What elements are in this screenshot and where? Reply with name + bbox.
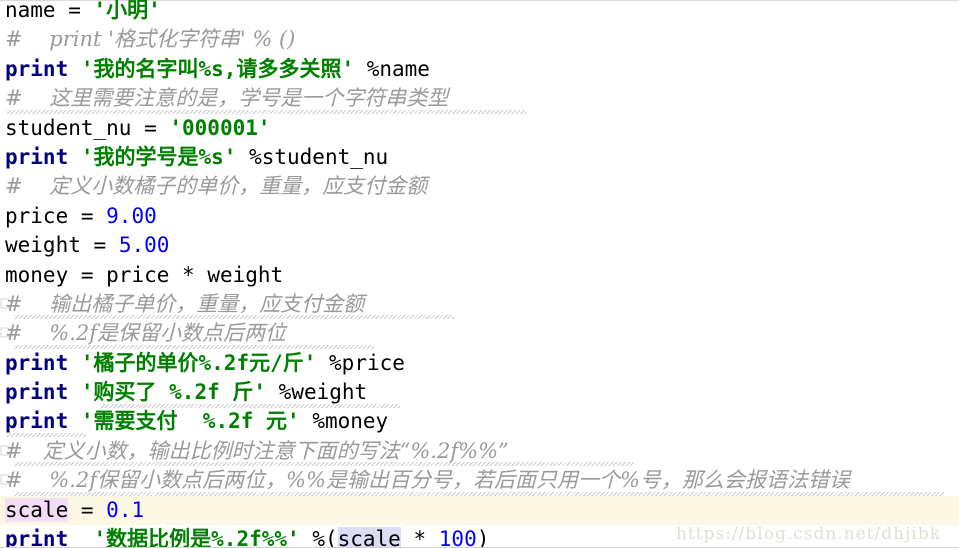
- code-line-text: # 定义小数橘子的单价，重量，应支付金额: [5, 174, 427, 198]
- code-token: =: [144, 115, 170, 140]
- code-line[interactable]: money = price * weight: [0, 261, 959, 290]
- code-token: '橘子的单价%.2f元/斤': [80, 350, 317, 375]
- code-line-text: # print '格式化字符串' % (): [5, 27, 295, 51]
- code-token: 9.00: [106, 203, 157, 228]
- code-line[interactable]: name = '小明': [0, 0, 959, 25]
- code-line[interactable]: scale = 0.1: [0, 495, 959, 526]
- code-token: =: [93, 233, 119, 258]
- code-token: # %.2f保留小数点后两位，%%是输出百分号，若后面只用一个%号，那么会报语法…: [5, 468, 850, 493]
- code-token: weight: [5, 233, 94, 258]
- code-token: name: [5, 0, 69, 22]
- code-line[interactable]: print '需要支付 %.2f 元' %money: [0, 407, 959, 436]
- code-line-text: print '数据比例是%.2f%%' %(scale * 100): [5, 527, 489, 548]
- code-token: print: [5, 409, 69, 434]
- code-line[interactable]: student_nu = '000001': [0, 114, 959, 143]
- code-token: scale: [5, 497, 69, 522]
- code-token: ): [476, 527, 490, 548]
- code-token: '我的名字叫%s,请多多关照': [80, 56, 355, 81]
- code-token: '数据比例是%.2f%%': [93, 527, 300, 548]
- code-line[interactable]: print '橘子的单价%.2f元/斤' %price: [0, 349, 959, 378]
- code-line-text: print '需要支付 %.2f 元' %money: [5, 409, 388, 433]
- code-line-text: student_nu = '000001': [5, 116, 271, 140]
- code-line[interactable]: # 定义小数橘子的单价，重量，应支付金额: [0, 172, 959, 201]
- code-token: # 这里需要注意的是，学号是一个字符串类型: [5, 86, 449, 111]
- code-line-text: # %.2f是保留小数点后两位: [5, 321, 286, 345]
- code-line-text: money = price * weight: [5, 263, 283, 287]
- code-token: print: [5, 380, 69, 405]
- code-token: =: [80, 203, 107, 228]
- code-token: # %.2f是保留小数点后两位: [5, 321, 287, 346]
- code-token: # print '格式化字符串' % (): [5, 27, 296, 52]
- code-editor[interactable]: name = '小明' # print '格式化字符串' % () print '我…: [0, 0, 959, 548]
- code-token: print: [5, 350, 69, 375]
- code-token: %student_nu: [236, 144, 389, 169]
- inspection-squiggle: [14, 491, 944, 496]
- code-line-text: # 输出橘子单价，重量，应支付金额: [5, 292, 364, 316]
- inspection-squiggle: [14, 344, 374, 349]
- code-token: # 定义小数，输出比例时注意下面的写法“%.2f%%”: [5, 438, 509, 463]
- code-line[interactable]: price = 9.00: [0, 202, 959, 231]
- code-token: '需要支付 %.2f 元': [80, 409, 300, 434]
- code-line[interactable]: print '我的学号是%s' %student_nu: [0, 143, 959, 172]
- inspection-squiggle: [100, 403, 400, 408]
- code-token: =: [80, 497, 107, 522]
- code-line-text: # 定义小数，输出比例时注意下面的写法“%.2f%%”: [5, 439, 509, 463]
- code-token: price: [106, 262, 183, 287]
- code-line-text: name = '小明': [5, 0, 161, 22]
- code-token: weight: [207, 262, 284, 287]
- code-token: '购买了 %.2f 斤': [80, 380, 267, 405]
- code-token: 100: [438, 527, 477, 548]
- code-line-text: price = 9.00: [5, 204, 157, 228]
- code-token: %weight: [266, 380, 368, 405]
- code-token: =: [80, 262, 107, 287]
- code-token: *: [182, 262, 208, 287]
- code-line-text: print '我的名字叫%s,请多多关照' %name: [5, 57, 430, 81]
- code-token: print: [5, 144, 69, 169]
- code-token: %money: [299, 409, 389, 434]
- code-token: '000001': [169, 115, 271, 140]
- code-line-text: # %.2f保留小数点后两位，%%是输出百分号，若后面只用一个%号，那么会报语法…: [5, 468, 850, 492]
- code-token: =: [68, 0, 94, 22]
- code-line-text: weight = 5.00: [5, 233, 169, 257]
- code-token: %name: [354, 56, 430, 81]
- watermark-url: https://blog.csdn.net/dhjibk: [675, 524, 941, 544]
- code-token: '小明': [93, 0, 161, 22]
- code-token: '我的学号是%s': [80, 144, 237, 169]
- code-token: # 定义小数橘子的单价，重量，应支付金额: [5, 174, 428, 199]
- inspection-squiggle: [14, 462, 634, 467]
- code-line-text: print '购买了 %.2f 斤' %weight: [5, 380, 367, 404]
- code-token: %price: [316, 350, 405, 375]
- code-token: print: [5, 527, 69, 548]
- code-line[interactable]: print '我的名字叫%s,请多多关照' %name: [0, 55, 959, 84]
- code-line-text: scale = 0.1: [5, 497, 145, 522]
- inspection-squiggle: [6, 433, 86, 437]
- code-token: price: [5, 203, 81, 228]
- code-token: 5.00: [118, 233, 170, 258]
- inspection-squiggle: [14, 315, 454, 320]
- code-token: # 输出橘子单价，重量，应支付金额: [5, 291, 365, 316]
- code-line[interactable]: # print '格式化字符串' % (): [0, 25, 959, 54]
- code-token: %(: [299, 527, 338, 548]
- code-token: scale: [337, 527, 401, 548]
- code-line-text: print '我的学号是%s' %student_nu: [5, 145, 388, 169]
- inspection-squiggle: [6, 109, 526, 114]
- code-token: money: [5, 262, 81, 287]
- code-token: 0.1: [106, 497, 145, 522]
- code-line-text: # 这里需要注意的是，学号是一个字符串类型: [5, 86, 448, 110]
- code-line-text: print '橘子的单价%.2f元/斤' %price: [5, 351, 405, 375]
- code-token: *: [413, 527, 439, 548]
- code-line[interactable]: weight = 5.00: [0, 231, 959, 260]
- code-token: student_nu: [5, 115, 145, 140]
- code-token: print: [5, 56, 69, 81]
